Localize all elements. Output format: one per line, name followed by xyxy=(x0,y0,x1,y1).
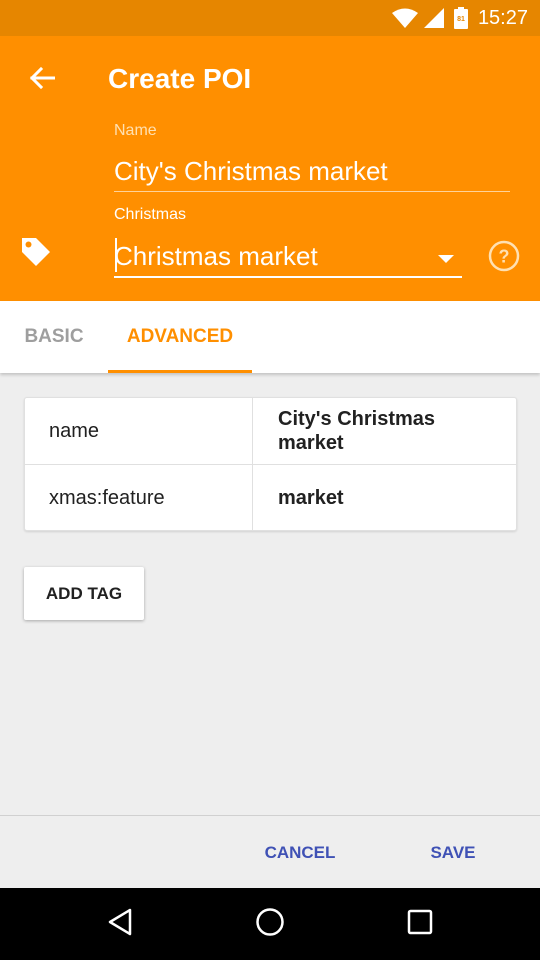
recents-square-icon xyxy=(407,909,433,940)
preset-select-value: Christmas market xyxy=(114,241,318,271)
status-bar: 81 15:27 xyxy=(0,0,540,36)
tag-value-cell[interactable]: market xyxy=(253,465,516,531)
header: Create POI Name City's Christmas market … xyxy=(0,36,540,301)
tab-advanced[interactable]: ADVANCED xyxy=(108,301,252,373)
text-cursor xyxy=(115,238,117,272)
preset-select[interactable]: Christmas market xyxy=(114,236,462,278)
table-row: xmas:feature market xyxy=(25,465,516,531)
wifi-icon xyxy=(391,8,418,28)
tab-basic[interactable]: BASIC xyxy=(0,301,108,373)
cancel-button[interactable]: CANCEL xyxy=(248,816,352,889)
status-icons: 81 15:27 xyxy=(391,0,528,36)
nav-home-button[interactable] xyxy=(244,898,296,950)
battery-icon: 81 xyxy=(453,7,468,29)
tag-icon xyxy=(20,236,52,273)
tags-table: name City's Christmas market xmas:featur… xyxy=(24,397,517,531)
back-button[interactable] xyxy=(18,58,66,102)
tag-value-cell[interactable]: City's Christmas market xyxy=(253,398,516,464)
back-triangle-icon xyxy=(107,908,133,941)
battery-level: 81 xyxy=(457,16,465,23)
svg-text:?: ? xyxy=(499,247,510,267)
tab-bar: BASIC ADVANCED xyxy=(0,301,540,373)
nav-recents-button[interactable] xyxy=(394,898,446,950)
save-button[interactable]: SAVE xyxy=(416,816,490,889)
name-field-label: Name xyxy=(114,122,157,139)
signal-icon xyxy=(423,8,444,28)
nav-back-button[interactable] xyxy=(94,898,146,950)
table-row: name City's Christmas market xyxy=(25,398,516,465)
preset-category-label: Christmas xyxy=(114,206,187,223)
page-title: Create POI xyxy=(108,63,252,94)
tag-key-cell[interactable]: name xyxy=(25,398,253,464)
active-tab-indicator xyxy=(108,370,252,373)
navigation-bar xyxy=(0,888,540,960)
name-field[interactable]: City's Christmas market xyxy=(114,154,510,192)
dropdown-arrow-icon xyxy=(438,250,454,268)
arrow-left-icon xyxy=(29,66,56,94)
home-circle-icon xyxy=(255,907,285,942)
status-clock: 15:27 xyxy=(477,6,528,29)
add-tag-button[interactable]: ADD TAG xyxy=(24,567,144,620)
action-bar: CANCEL SAVE xyxy=(0,815,540,888)
help-circle-icon[interactable]: ? xyxy=(488,240,520,277)
tag-key-cell[interactable]: xmas:feature xyxy=(25,465,253,531)
